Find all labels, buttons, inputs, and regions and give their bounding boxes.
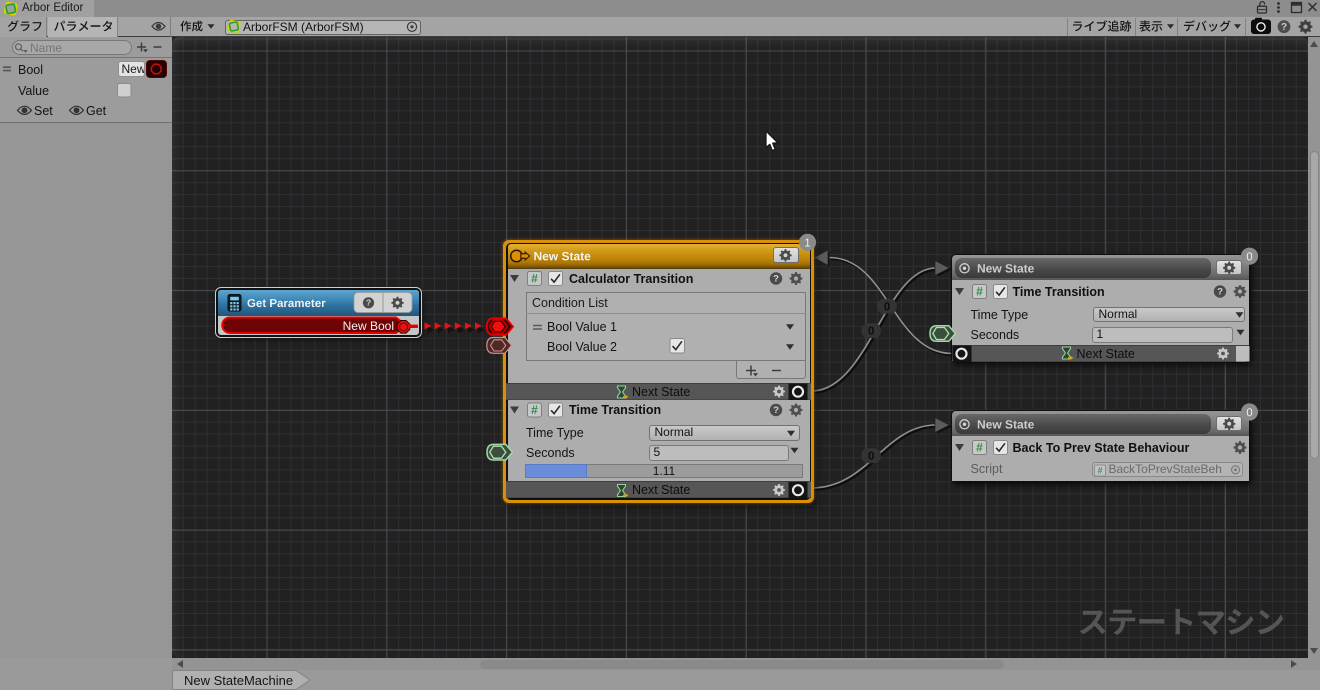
- svg-text:#: #: [1097, 465, 1102, 475]
- svg-text:?: ?: [773, 405, 779, 416]
- svg-text:?: ?: [1281, 22, 1287, 33]
- svg-text:#: #: [531, 271, 538, 285]
- svg-text:#: #: [976, 440, 983, 454]
- svg-text:?: ?: [1217, 286, 1223, 297]
- svg-text:?: ?: [366, 298, 371, 308]
- svg-text:?: ?: [773, 273, 779, 284]
- svg-text:#: #: [531, 403, 538, 417]
- svg-text:#: #: [976, 284, 983, 298]
